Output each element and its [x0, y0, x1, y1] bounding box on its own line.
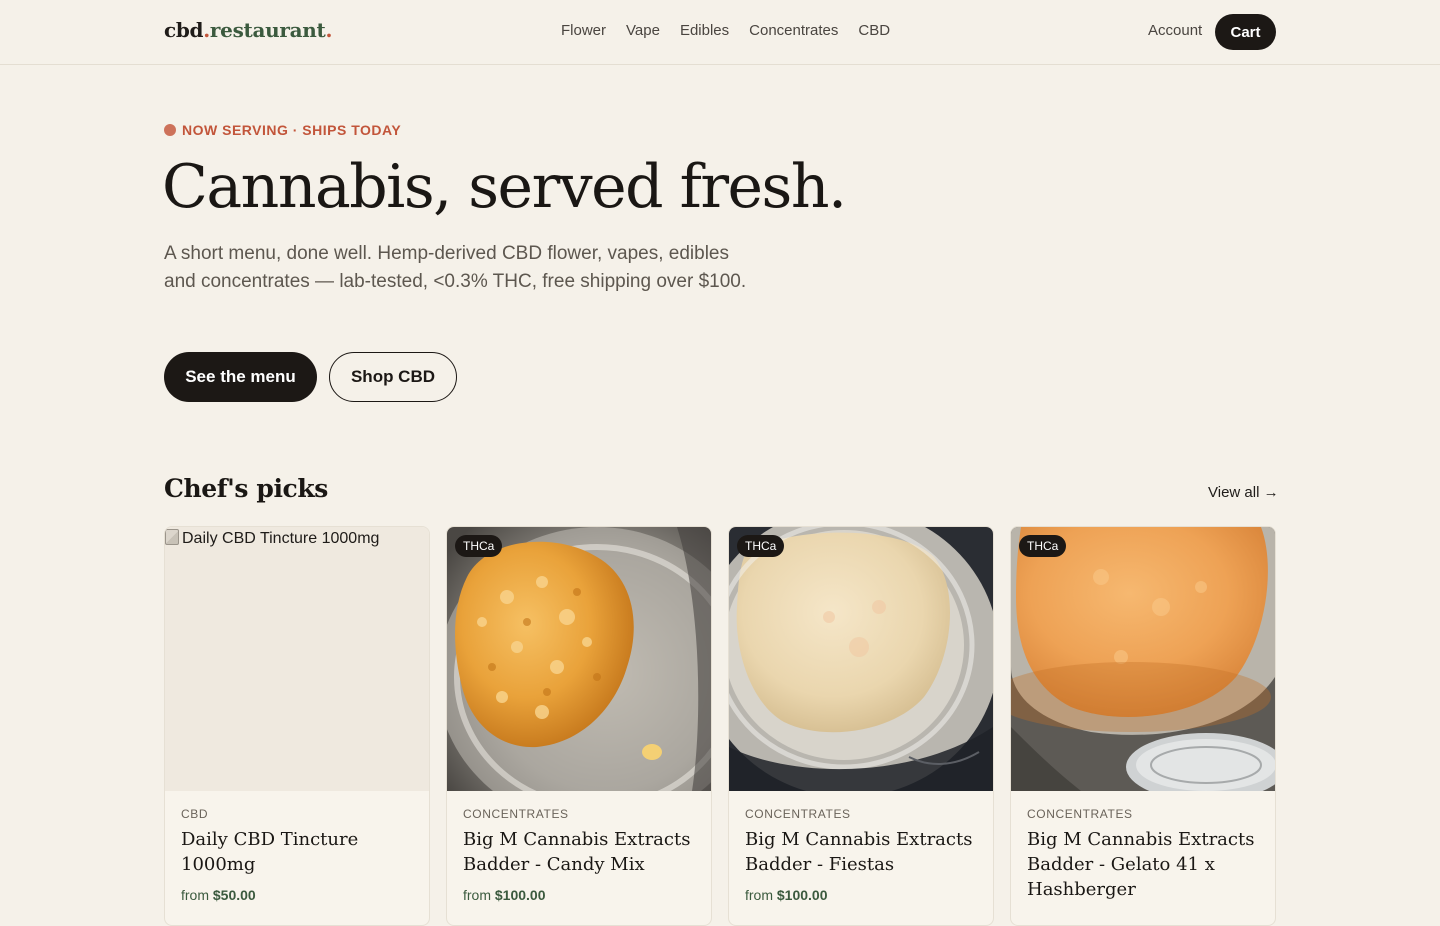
site-logo[interactable]: cbd.restaurant.	[164, 18, 332, 42]
view-all-link[interactable]: View all →	[1208, 484, 1279, 501]
status-dot-icon	[164, 124, 176, 136]
product-image: Daily CBD Tincture 1000mg	[165, 527, 429, 791]
nav-item-cbd[interactable]: CBD	[858, 22, 890, 39]
price-amount: $100.00	[494, 887, 546, 903]
image-alt-text: Daily CBD Tincture 1000mg	[182, 530, 380, 547]
product-meta: CONCENTRATES Big M Cannabis Extracts Bad…	[463, 807, 697, 903]
site-header: cbd.restaurant. Flower Vape Edibles Conc…	[0, 0, 1440, 65]
price-prefix: from	[745, 887, 773, 903]
product-price: from $100.00	[463, 887, 697, 903]
product-meta: CBD Daily CBD Tincture 1000mg from $50.0…	[181, 807, 415, 903]
nav-item-vape[interactable]: Vape	[626, 22, 660, 39]
gelato-hashberger-photo	[1011, 527, 1275, 801]
product-image	[729, 527, 993, 797]
broken-image-alt: Daily CBD Tincture 1000mg	[165, 529, 379, 548]
product-name[interactable]: Daily CBD Tincture 1000mg	[181, 827, 415, 877]
nav-item-edibles[interactable]: Edibles	[680, 22, 729, 39]
see-menu-button[interactable]: See the menu	[164, 352, 317, 402]
logo-end-dot: .	[325, 18, 333, 42]
product-card[interactable]: THCa CONCENTRATES Big M Cannabis Extract…	[1010, 526, 1276, 926]
eyebrow-text: NOW SERVING · SHIPS TODAY	[182, 122, 402, 138]
product-meta: CONCENTRATES Big M Cannabis Extracts Bad…	[745, 807, 979, 903]
price-prefix: from	[181, 887, 209, 903]
product-category: CBD	[181, 807, 209, 821]
section-title: Chef's picks	[164, 474, 328, 503]
logo-rest: restaurant	[209, 18, 326, 42]
logo-main: cbd	[164, 18, 204, 42]
nav-item-concentrates[interactable]: Concentrates	[749, 22, 838, 39]
product-card[interactable]: THCa CONCENTRATES Big M Cannabis Extract…	[446, 526, 712, 926]
product-badge: THCa	[455, 535, 503, 557]
product-price: from $100.00	[745, 887, 979, 903]
broken-image-icon	[165, 529, 179, 545]
status-eyebrow: NOW SERVING · SHIPS TODAY	[164, 122, 401, 138]
product-badge: THCa	[1019, 535, 1067, 557]
product-price: from $50.00	[181, 887, 415, 903]
price-amount: $50.00	[212, 887, 256, 903]
product-card[interactable]: Daily CBD Tincture 1000mg CBD Daily CBD …	[164, 526, 430, 926]
main-nav: Flower Vape Edibles Concentrates CBD	[561, 22, 890, 39]
nav-item-flower[interactable]: Flower	[561, 22, 606, 39]
price-amount: $100.00	[776, 887, 828, 903]
product-category: CONCENTRATES	[745, 807, 851, 821]
cart-button[interactable]: Cart	[1215, 14, 1276, 50]
account-link[interactable]: Account	[1148, 22, 1202, 39]
product-meta: CONCENTRATES Big M Cannabis Extracts Bad…	[1027, 807, 1261, 902]
product-category: CONCENTRATES	[1027, 807, 1133, 821]
hero-subtitle: A short menu, done well. Hemp-derived CB…	[164, 243, 747, 292]
hero-title: Cannabis, served fresh.	[162, 152, 847, 222]
product-image	[447, 527, 711, 827]
logo-dot: .	[203, 18, 210, 42]
product-name[interactable]: Big M Cannabis Extracts Badder - Candy M…	[463, 827, 697, 877]
product-card[interactable]: THCa CONCENTRATES Big M Cannabis Extract…	[728, 526, 994, 926]
product-name[interactable]: Big M Cannabis Extracts Badder - Gelato …	[1027, 827, 1261, 902]
price-prefix: from	[463, 887, 491, 903]
shop-cbd-button[interactable]: Shop CBD	[329, 352, 457, 402]
product-grid: Daily CBD Tincture 1000mg CBD Daily CBD …	[164, 526, 1276, 926]
candy-mix-photo	[447, 527, 711, 827]
product-image	[1011, 527, 1275, 801]
product-name[interactable]: Big M Cannabis Extracts Badder - Fiestas	[745, 827, 979, 877]
product-badge: THCa	[737, 535, 785, 557]
product-category: CONCENTRATES	[463, 807, 569, 821]
fiestas-photo	[729, 527, 993, 797]
